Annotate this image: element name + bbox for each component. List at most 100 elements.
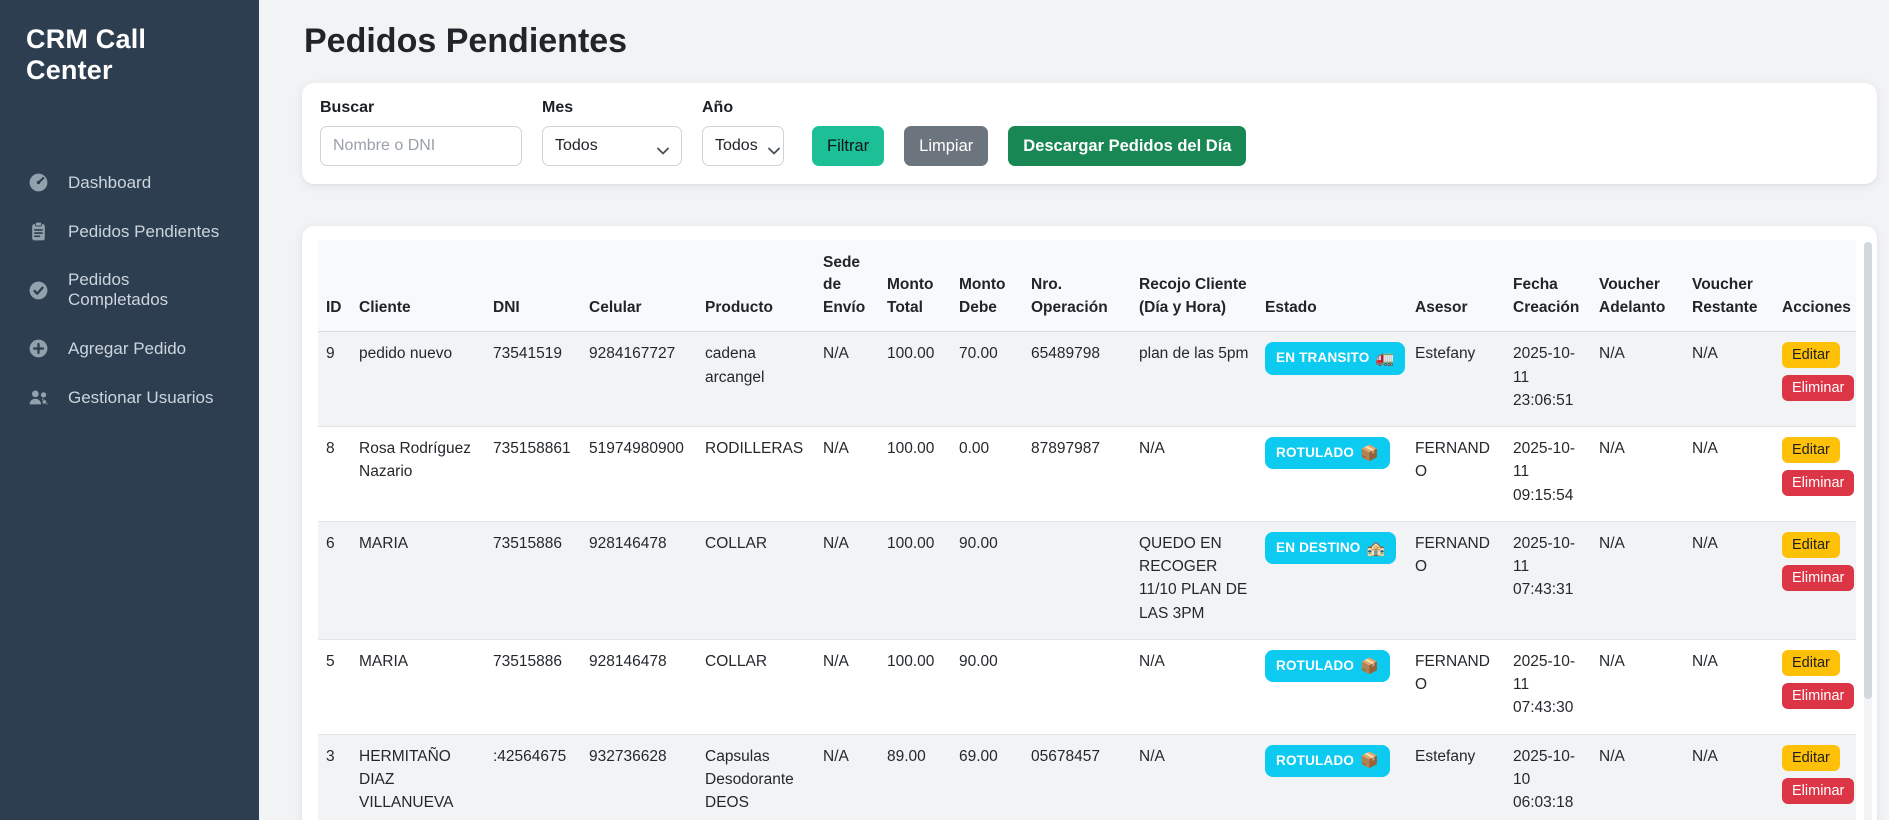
cell-monto-total: 100.00 — [879, 521, 951, 639]
search-input[interactable] — [320, 126, 522, 166]
cell-nro-operacion: 65489798 — [1023, 332, 1131, 427]
delete-button[interactable]: Eliminar — [1782, 778, 1854, 804]
table-scrollbar[interactable] — [1864, 242, 1872, 820]
cell-voucher-restante: N/A — [1684, 427, 1774, 522]
month-select-value: Todos — [555, 137, 598, 155]
cell-sede: N/A — [815, 734, 879, 820]
month-select[interactable]: Todos — [542, 126, 682, 166]
edit-button[interactable]: Editar — [1782, 745, 1840, 771]
month-label: Mes — [542, 99, 682, 117]
edit-button[interactable]: Editar — [1782, 342, 1840, 368]
search-field-group: Buscar — [320, 99, 522, 166]
gauge-icon — [28, 172, 49, 193]
status-badge: ROTULADO📦 — [1265, 745, 1390, 777]
col-header-fecha: Fecha Creación — [1505, 240, 1591, 332]
col-header-cliente: Cliente — [351, 240, 485, 332]
cell-cliente: MARIA — [351, 639, 485, 734]
col-header-acciones: Acciones — [1774, 240, 1856, 332]
cell-celular: 932736628 — [581, 734, 697, 820]
building-icon: 🏤 — [1367, 541, 1386, 556]
search-label: Buscar — [320, 99, 522, 117]
cell-cliente: Rosa Rodríguez Nazario — [351, 427, 485, 522]
cell-voucher-restante: N/A — [1684, 521, 1774, 639]
sidebar-item-agregar-pedido[interactable]: Agregar Pedido — [0, 324, 259, 373]
cell-monto-total: 100.00 — [879, 639, 951, 734]
cell-voucher-adelanto: N/A — [1591, 427, 1684, 522]
filter-panel: Buscar Mes Todos Año Todos — [302, 83, 1877, 184]
download-orders-button[interactable]: Descargar Pedidos del Día — [1008, 126, 1246, 166]
cell-voucher-adelanto: N/A — [1591, 521, 1684, 639]
edit-button[interactable]: Editar — [1782, 650, 1840, 676]
edit-button[interactable]: Editar — [1782, 532, 1840, 558]
cell-acciones: Editar Eliminar — [1774, 639, 1856, 734]
delete-button[interactable]: Eliminar — [1782, 683, 1854, 709]
cell-cliente: HERMITAÑO DIAZ VILLANUEVA — [351, 734, 485, 820]
chevron-down-icon — [657, 142, 669, 150]
orders-table: ID Cliente DNI Celular Producto Sede de … — [318, 240, 1856, 820]
sidebar-nav: Dashboard Pedidos Pendientes Pedidos Com… — [0, 158, 259, 422]
delete-button[interactable]: Eliminar — [1782, 565, 1854, 591]
cell-fecha: 2025-10-11 23:06:51 — [1505, 332, 1591, 427]
sidebar-item-label: Pedidos Pendientes — [68, 222, 219, 242]
cell-nro-operacion — [1023, 521, 1131, 639]
cell-acciones: Editar Eliminar — [1774, 427, 1856, 522]
cell-estado: ROTULADO📦 — [1257, 639, 1407, 734]
sidebar-item-gestionar-usuarios[interactable]: Gestionar Usuarios — [0, 373, 259, 422]
scrollbar-thumb[interactable] — [1864, 242, 1872, 699]
cell-voucher-restante: N/A — [1684, 734, 1774, 820]
delete-button[interactable]: Eliminar — [1782, 375, 1854, 401]
col-header-monto-total: Monto Total — [879, 240, 951, 332]
cell-acciones: Editar Eliminar — [1774, 521, 1856, 639]
cell-dni: 73515886 — [485, 521, 581, 639]
cell-asesor: Estefany — [1407, 332, 1505, 427]
cell-id: 8 — [318, 427, 351, 522]
page-title: Pedidos Pendientes — [304, 22, 1877, 61]
cell-id: 5 — [318, 639, 351, 734]
col-header-voucher-restante: Voucher Restante — [1684, 240, 1774, 332]
sidebar-item-dashboard[interactable]: Dashboard — [0, 158, 259, 207]
cell-fecha: 2025-10-11 09:15:54 — [1505, 427, 1591, 522]
col-header-estado: Estado — [1257, 240, 1407, 332]
cell-estado: ROTULADO📦 — [1257, 427, 1407, 522]
cell-fecha: 2025-10-10 06:03:18 — [1505, 734, 1591, 820]
sidebar-item-label: Dashboard — [68, 173, 151, 193]
cell-sede: N/A — [815, 427, 879, 522]
col-header-celular: Celular — [581, 240, 697, 332]
chevron-down-icon — [768, 142, 780, 150]
clear-button[interactable]: Limpiar — [904, 126, 988, 166]
cell-recojo: plan de las 5pm — [1131, 332, 1257, 427]
filter-button[interactable]: Filtrar — [812, 126, 884, 166]
cell-voucher-restante: N/A — [1684, 332, 1774, 427]
cell-dni: 735158861 — [485, 427, 581, 522]
cell-id: 6 — [318, 521, 351, 639]
cell-celular: 928146478 — [581, 521, 697, 639]
sidebar-item-pedidos-pendientes[interactable]: Pedidos Pendientes — [0, 207, 259, 256]
col-header-dni: DNI — [485, 240, 581, 332]
col-header-voucher-adelanto: Voucher Adelanto — [1591, 240, 1684, 332]
cell-monto-debe: 90.00 — [951, 521, 1023, 639]
cell-dni: 73541519 — [485, 332, 581, 427]
table-row: 5 MARIA 73515886 928146478 COLLAR N/A 10… — [318, 639, 1856, 734]
cell-monto-debe: 70.00 — [951, 332, 1023, 427]
cell-recojo: QUEDO EN RECOGER 11/10 PLAN DE LAS 3PM — [1131, 521, 1257, 639]
status-badge: EN DESTINO🏤 — [1265, 532, 1396, 564]
check-circle-icon — [28, 280, 49, 301]
year-select[interactable]: Todos — [702, 126, 784, 166]
cell-monto-total: 100.00 — [879, 332, 951, 427]
cell-voucher-adelanto: N/A — [1591, 639, 1684, 734]
year-field-group: Año Todos — [702, 99, 784, 166]
table-header-row: ID Cliente DNI Celular Producto Sede de … — [318, 240, 1856, 332]
cell-producto: COLLAR — [697, 639, 815, 734]
cell-id: 3 — [318, 734, 351, 820]
col-header-asesor: Asesor — [1407, 240, 1505, 332]
cell-acciones: Editar Eliminar — [1774, 734, 1856, 820]
cell-cliente: MARIA — [351, 521, 485, 639]
sidebar-item-pedidos-completados[interactable]: Pedidos Completados — [0, 256, 259, 324]
col-header-id: ID — [318, 240, 351, 332]
package-icon: 📦 — [1360, 446, 1379, 461]
delete-button[interactable]: Eliminar — [1782, 470, 1854, 496]
cell-asesor: Estefany — [1407, 734, 1505, 820]
sidebar-item-label: Gestionar Usuarios — [68, 388, 214, 408]
cell-nro-operacion: 05678457 — [1023, 734, 1131, 820]
edit-button[interactable]: Editar — [1782, 437, 1840, 463]
